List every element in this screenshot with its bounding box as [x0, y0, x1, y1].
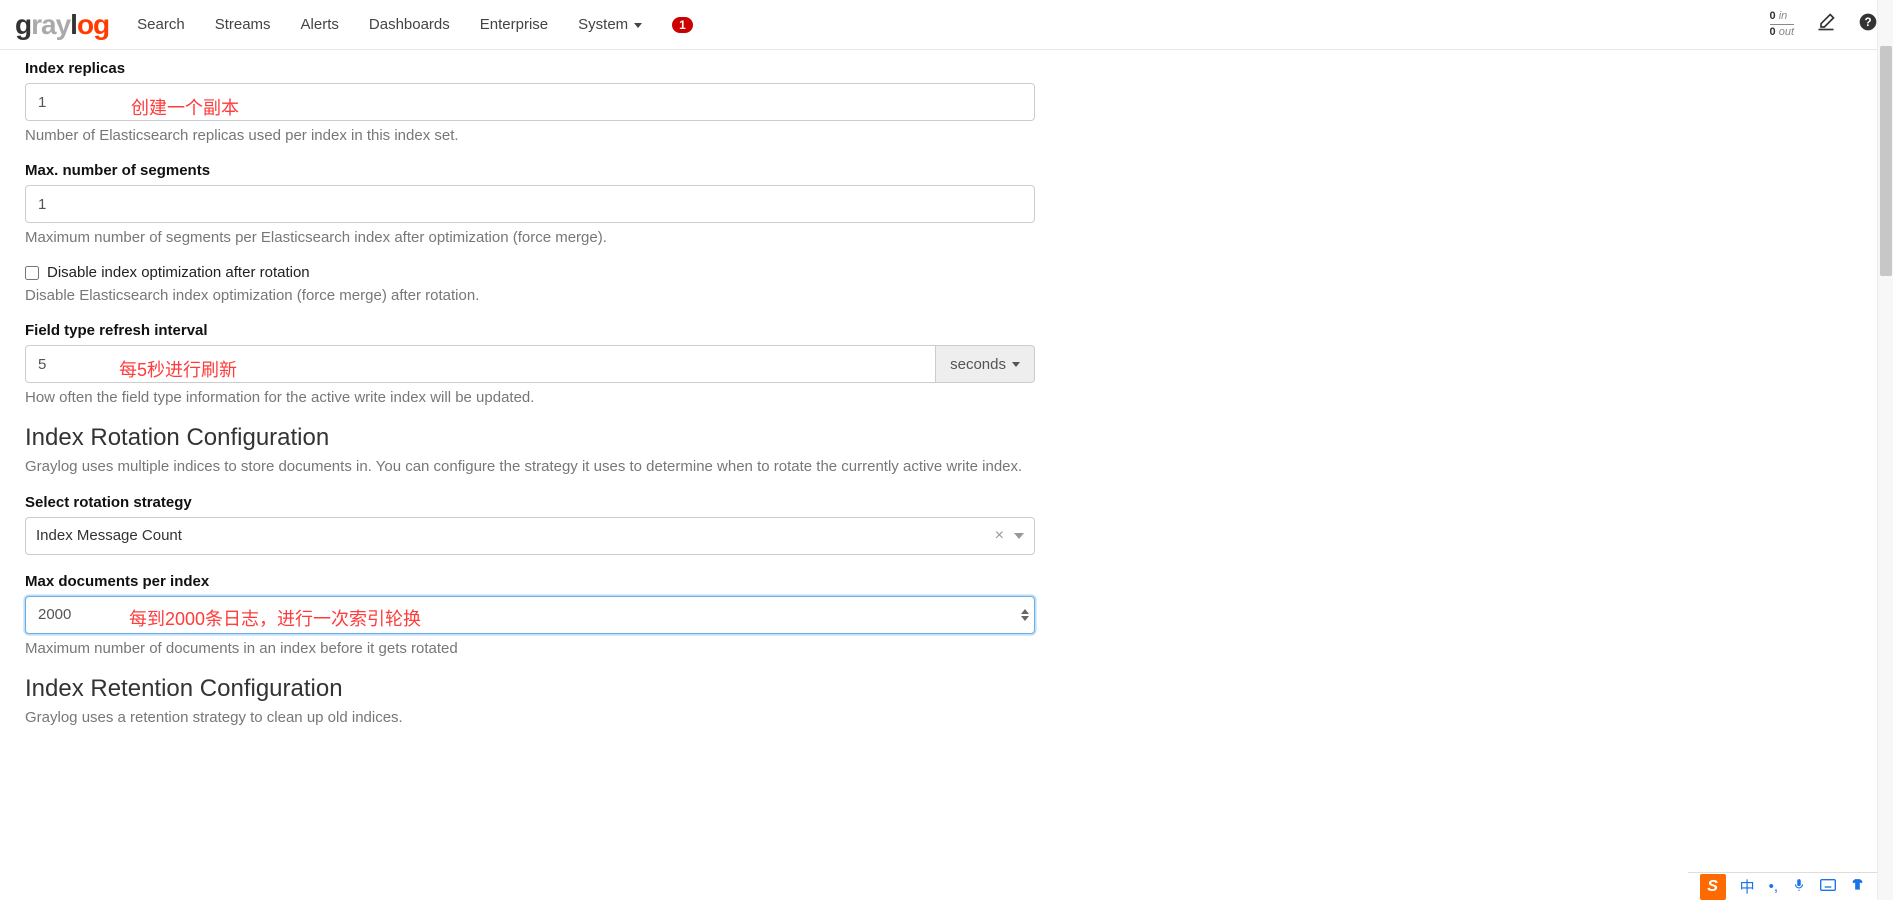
ime-toolbar: S 中 •, — [1688, 872, 1877, 900]
field-refresh-interval: Field type refresh interval seconds 每5秒进… — [25, 322, 1035, 406]
ime-skin-icon[interactable] — [1850, 878, 1865, 896]
scrollbar-thumb[interactable] — [1880, 46, 1892, 276]
logo[interactable]: graylog — [15, 9, 109, 41]
help-icon[interactable]: ? — [1858, 12, 1878, 38]
input-index-replicas[interactable] — [25, 83, 1035, 121]
field-max-segments: Max. number of segments Maximum number o… — [25, 162, 1035, 246]
heading-retention: Index Retention Configuration — [25, 675, 1035, 703]
heading-rotation: Index Rotation Configuration — [25, 424, 1035, 452]
label-rotation-strategy: Select rotation strategy — [25, 494, 1035, 511]
nav-dashboards[interactable]: Dashboards — [369, 16, 450, 33]
chevron-down-icon[interactable] — [1014, 533, 1024, 539]
field-index-replicas: Index replicas 创建一个副本 Number of Elastics… — [25, 60, 1035, 144]
checkbox-disable-opt[interactable] — [25, 266, 39, 280]
select-value: Index Message Count — [36, 527, 182, 544]
input-max-docs[interactable] — [25, 596, 1035, 634]
nav-enterprise[interactable]: Enterprise — [480, 16, 548, 33]
edit-icon[interactable] — [1816, 12, 1836, 38]
nav-search[interactable]: Search — [137, 16, 185, 33]
nav-items: Search Streams Alerts Dashboards Enterpr… — [137, 16, 693, 33]
label-disable-opt: Disable index optimization after rotatio… — [47, 264, 310, 281]
spinner-up-icon[interactable] — [1021, 609, 1029, 614]
input-refresh-interval[interactable] — [25, 345, 936, 383]
help-disable-opt: Disable Elasticsearch index optimization… — [25, 287, 1035, 304]
label-refresh-interval: Field type refresh interval — [25, 322, 1035, 339]
field-disable-opt: Disable index optimization after rotatio… — [25, 264, 1035, 304]
ime-mic-icon[interactable] — [1792, 878, 1806, 896]
top-navbar: graylog Search Streams Alerts Dashboards… — [0, 0, 1893, 50]
scrollbar[interactable] — [1877, 0, 1893, 900]
nav-alerts[interactable]: Alerts — [301, 16, 339, 33]
throughput-indicator: 0 in 0 out — [1770, 10, 1794, 39]
nav-streams[interactable]: Streams — [215, 16, 271, 33]
ime-lang[interactable]: 中 — [1740, 876, 1755, 897]
help-max-segments: Maximum number of segments per Elasticse… — [25, 229, 1035, 246]
ime-keyboard-icon[interactable] — [1820, 878, 1836, 896]
clear-icon[interactable]: × — [995, 527, 1004, 545]
ime-punct-icon[interactable]: •, — [1769, 878, 1778, 895]
label-max-docs: Max documents per index — [25, 573, 1035, 590]
svg-text:?: ? — [1864, 16, 1871, 29]
ime-logo-icon[interactable]: S — [1700, 874, 1726, 900]
nav-notification-badge[interactable]: 1 — [672, 17, 693, 33]
nav-system[interactable]: System — [578, 16, 642, 33]
input-max-segments[interactable] — [25, 185, 1035, 223]
form-page: Index replicas 创建一个副本 Number of Elastics… — [0, 50, 1060, 785]
nav-right: 0 in 0 out ? — [1770, 10, 1878, 39]
unit-refresh-interval[interactable]: seconds — [936, 345, 1035, 383]
desc-retention: Graylog uses a retention strategy to cle… — [25, 707, 1035, 729]
select-rotation-strategy[interactable]: Index Message Count × — [25, 517, 1035, 555]
desc-rotation: Graylog uses multiple indices to store d… — [25, 456, 1035, 478]
label-max-segments: Max. number of segments — [25, 162, 1035, 179]
help-index-replicas: Number of Elasticsearch replicas used pe… — [25, 127, 1035, 144]
help-refresh-interval: How often the field type information for… — [25, 389, 1035, 406]
field-max-docs: Max documents per index 每到2000条日志，进行一次索引… — [25, 573, 1035, 657]
label-index-replicas: Index replicas — [25, 60, 1035, 77]
field-rotation-strategy: Select rotation strategy Index Message C… — [25, 494, 1035, 555]
spinner-down-icon[interactable] — [1021, 616, 1029, 621]
help-max-docs: Maximum number of documents in an index … — [25, 640, 1035, 657]
